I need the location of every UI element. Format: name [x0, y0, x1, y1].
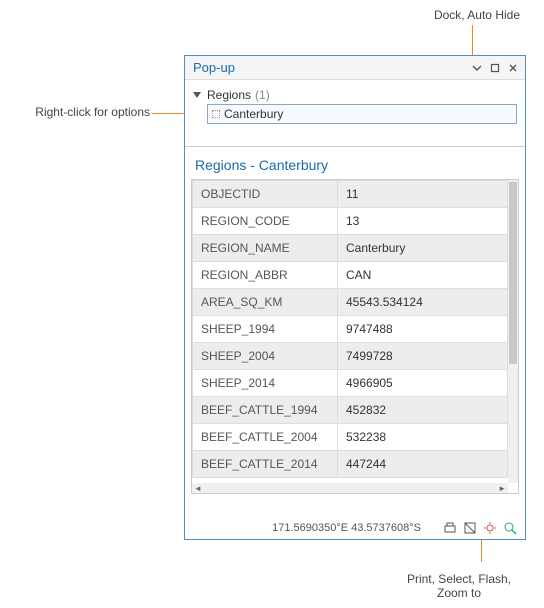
window-options-button[interactable] [469, 60, 485, 76]
window-title: Pop-up [193, 60, 467, 75]
tree-parent-count: (1) [255, 88, 270, 102]
attribute-value: 452832 [338, 397, 508, 424]
magnifier-icon [503, 521, 517, 535]
attribute-name: BEEF_CATTLE_1994 [193, 397, 338, 424]
callout-line [472, 25, 473, 58]
callout-text: Print, Select, Flash, [407, 572, 511, 586]
table-row[interactable]: SHEEP_20047499728 [193, 343, 508, 370]
callout-toolbar: Print, Select, Flash, Zoom to [394, 572, 524, 600]
flash-button[interactable] [481, 519, 499, 537]
table-row[interactable]: BEEF_CATTLE_2014447244 [193, 451, 508, 478]
close-icon [508, 63, 518, 73]
scroll-left-icon: ◄ [192, 484, 204, 493]
pin-icon [490, 63, 500, 73]
table-row[interactable]: REGION_ABBRCAN [193, 262, 508, 289]
feature-symbol-icon [212, 110, 220, 118]
attribute-value: 7499728 [338, 343, 508, 370]
attribute-table: OBJECTID11REGION_CODE13REGION_NAMECanter… [192, 180, 508, 478]
attribute-panel: OBJECTID11REGION_CODE13REGION_NAMECanter… [191, 179, 519, 494]
attribute-name: SHEEP_2014 [193, 370, 338, 397]
table-row[interactable]: REGION_NAMECanterbury [193, 235, 508, 262]
tree-child-canterbury[interactable]: Canterbury [207, 104, 517, 124]
table-row[interactable]: BEEF_CATTLE_2004532238 [193, 424, 508, 451]
callout-rightclick: Right-click for options [10, 105, 150, 119]
attribute-name: AREA_SQ_KM [193, 289, 338, 316]
table-row[interactable]: REGION_CODE13 [193, 208, 508, 235]
print-icon [443, 521, 457, 535]
callout-text: Zoom to [437, 586, 481, 600]
close-button[interactable] [505, 60, 521, 76]
table-row[interactable]: AREA_SQ_KM45543.534124 [193, 289, 508, 316]
flash-icon [483, 521, 497, 535]
tree-child-label: Canterbury [224, 107, 283, 121]
attribute-value: 11 [338, 181, 508, 208]
table-row[interactable]: BEEF_CATTLE_1994452832 [193, 397, 508, 424]
status-bar: 171.5690350°E 43.5737608°S [185, 517, 525, 539]
attribute-value: 9747488 [338, 316, 508, 343]
attribute-value: 532238 [338, 424, 508, 451]
attribute-name: BEEF_CATTLE_2004 [193, 424, 338, 451]
attribute-value: 13 [338, 208, 508, 235]
table-row[interactable]: OBJECTID11 [193, 181, 508, 208]
tree-parent-regions[interactable]: Regions (1) [193, 86, 517, 104]
popup-window: Pop-up Regions (1) Canterbury Regions - … [184, 55, 526, 540]
attribute-name: SHEEP_2004 [193, 343, 338, 370]
titlebar: Pop-up [185, 56, 525, 80]
tree-parent-label: Regions [207, 88, 251, 102]
scrollbar-thumb[interactable] [509, 182, 517, 364]
select-button[interactable] [461, 519, 479, 537]
attribute-name: REGION_ABBR [193, 262, 338, 289]
zoomto-button[interactable] [501, 519, 519, 537]
attribute-value: CAN [338, 262, 508, 289]
callout-dock-autohide: Dock, Auto Hide [434, 8, 520, 22]
print-button[interactable] [441, 519, 459, 537]
chevron-down-icon [472, 63, 482, 73]
attribute-name: REGION_CODE [193, 208, 338, 235]
attribute-name: BEEF_CATTLE_2014 [193, 451, 338, 478]
scroll-right-icon: ► [496, 484, 508, 493]
table-row[interactable]: SHEEP_20144966905 [193, 370, 508, 397]
expand-icon [193, 92, 201, 98]
vertical-scrollbar[interactable] [508, 180, 518, 483]
attribute-value: 447244 [338, 451, 508, 478]
horizontal-scrollbar[interactable]: ◄ ► [192, 483, 508, 493]
section-title: Regions - Canterbury [185, 147, 525, 179]
attribute-name: OBJECTID [193, 181, 338, 208]
attribute-name: SHEEP_1994 [193, 316, 338, 343]
attribute-scroll: OBJECTID11REGION_CODE13REGION_NAMECanter… [192, 180, 508, 483]
table-row[interactable]: SHEEP_19949747488 [193, 316, 508, 343]
attribute-value: 45543.534124 [338, 289, 508, 316]
feature-tree: Regions (1) Canterbury [185, 80, 525, 146]
attribute-value: Canterbury [338, 235, 508, 262]
auto-hide-button[interactable] [487, 60, 503, 76]
attribute-name: REGION_NAME [193, 235, 338, 262]
coordinates: 171.5690350°E 43.5737608°S [272, 522, 421, 534]
attribute-value: 4966905 [338, 370, 508, 397]
select-icon [463, 521, 477, 535]
